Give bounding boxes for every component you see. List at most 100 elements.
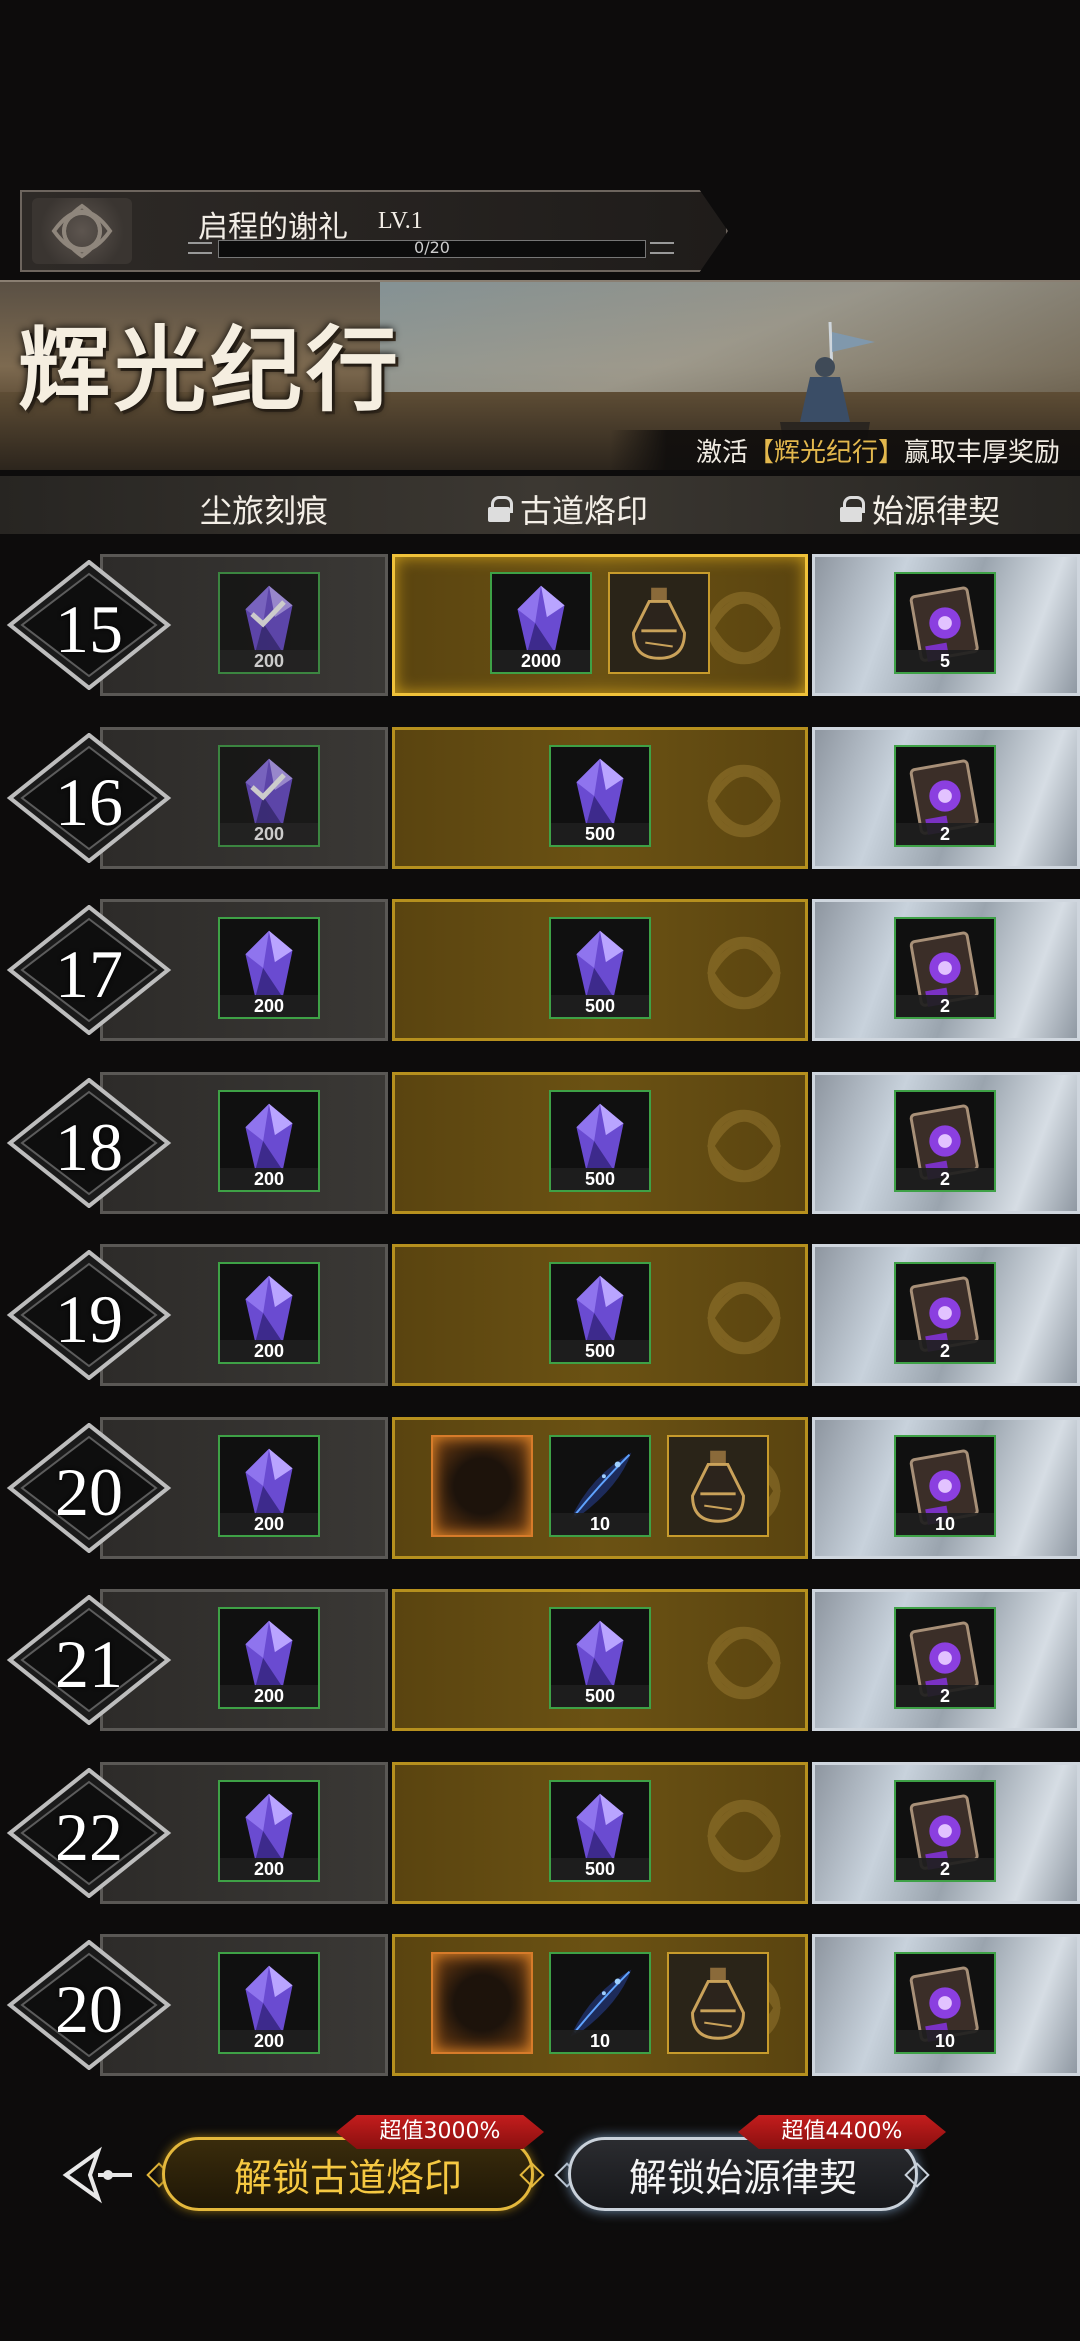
ribbon-suffix: 赢取丰厚奖励 (903, 437, 1060, 468)
free-reward-item[interactable]: 200 (218, 572, 320, 674)
premium-reward-item[interactable] (667, 1434, 769, 1537)
reward-quantity: 500 (551, 995, 649, 1017)
column-elite: 始源律契 (840, 486, 1000, 532)
reward-quantity: 200 (220, 995, 318, 1017)
level-number: 21 (55, 1626, 123, 1702)
checkmark-icon (248, 771, 288, 801)
level-number: 20 (55, 1453, 123, 1530)
unlock-premium-label: 解锁古道烙印 (233, 2155, 462, 2200)
progress-right-ornament (650, 242, 674, 254)
premium-reward-item[interactable]: 2000 (490, 572, 592, 674)
elite-reward-item[interactable]: 2 (894, 1779, 996, 1882)
free-reward-item[interactable]: 200 (218, 1607, 320, 1709)
ribbon-prefix: 激活 (695, 437, 748, 468)
reward-quantity: 2 (896, 1685, 994, 1707)
back-arrow-icon[interactable] (58, 2140, 138, 2210)
reward-quantity: 200 (220, 650, 318, 672)
reward-quantity: 10 (551, 2030, 649, 2052)
premium-reward-item[interactable]: 500 (549, 1262, 651, 1364)
elite-reward-item[interactable]: 10 (894, 1952, 996, 2054)
reward-quantity: 2 (896, 995, 994, 1017)
reward-row: 19 200 500 2 (0, 1242, 1080, 1388)
premium-value-text: 超值3000% (379, 2119, 501, 2144)
checkmark-icon (248, 598, 288, 628)
free-reward-item[interactable]: 200 (218, 744, 320, 847)
ribbon-highlight: 【辉光纪行】 (747, 437, 904, 468)
level-number: 22 (55, 1798, 123, 1875)
level-number: 20 (55, 1971, 123, 2047)
column-free-label: 尘旅刻痕 (200, 492, 329, 530)
elite-reward-item[interactable]: 5 (894, 572, 996, 674)
elite-reward-item[interactable]: 2 (894, 1607, 996, 1709)
level-number: 18 (55, 1108, 123, 1185)
elite-reward-item[interactable]: 2 (894, 1262, 996, 1364)
reward-quantity: 200 (220, 1167, 318, 1190)
elite-reward-item[interactable]: 2 (894, 1089, 996, 1192)
track-column-headers: 尘旅刻痕 古道烙印 始源律契 (0, 476, 1080, 534)
column-elite-label: 始源律契 (872, 492, 1001, 530)
reward-row: 15 200 2000 5 (0, 552, 1080, 698)
reward-quantity: 200 (220, 1857, 318, 1880)
premium-reward-item[interactable]: 500 (549, 917, 651, 1019)
reward-track-header: 启程的谢礼 LV.1 0/20 (20, 190, 728, 272)
elite-reward-item[interactable]: 2 (894, 917, 996, 1019)
reward-quantity: 10 (551, 1512, 649, 1535)
reward-quantity: 2000 (492, 650, 590, 672)
reward-quantity: 200 (220, 1685, 318, 1707)
free-reward-item[interactable]: 200 (218, 1952, 320, 2054)
free-reward-item[interactable]: 200 (218, 1434, 320, 1537)
premium-reward-item[interactable]: 500 (549, 1607, 651, 1709)
event-banner: 辉光纪行 激活 【辉光纪行】 赢取丰厚奖励 (0, 280, 1080, 470)
header-progress-text: 0/20 (414, 238, 450, 257)
header-progress-bar: 0/20 (218, 238, 646, 258)
level-number: 16 (55, 763, 123, 840)
reward-quantity: 2 (896, 1340, 994, 1362)
reward-quantity: 5 (896, 650, 994, 672)
premium-reward-item[interactable]: 500 (549, 1779, 651, 1882)
reward-quantity: 500 (551, 1857, 649, 1880)
reward-quantity: 2 (896, 1167, 994, 1190)
free-reward-item[interactable]: 200 (218, 917, 320, 1019)
banner-sky-art (380, 282, 1080, 402)
premium-reward-item[interactable] (667, 1952, 769, 2054)
level-number: 15 (55, 591, 123, 667)
premium-reward-item[interactable] (608, 572, 710, 674)
premium-reward-item[interactable]: 500 (549, 744, 651, 847)
reward-row: 20 200 10 10 (0, 1415, 1080, 1561)
premium-reward-item[interactable]: 10 (549, 1952, 651, 2054)
premium-reward-item[interactable] (431, 1434, 533, 1537)
premium-reward-item[interactable]: 500 (549, 1089, 651, 1192)
premium-reward-item[interactable] (431, 1952, 533, 2054)
column-premium: 古道烙印 (488, 486, 648, 532)
reward-row: 20 200 10 10 (0, 1932, 1080, 2078)
premium-reward-item[interactable]: 10 (549, 1434, 651, 1537)
elite-reward-item[interactable]: 2 (894, 744, 996, 847)
reward-quantity: 10 (896, 1512, 994, 1535)
reward-row: 18 200 500 2 (0, 1070, 1080, 1216)
lock-icon (488, 496, 513, 522)
header-level: LV.1 (378, 208, 423, 234)
reward-row: 22 200 500 2 (0, 1760, 1080, 1906)
level-number: 19 (55, 1281, 123, 1357)
reward-quantity: 500 (551, 822, 649, 845)
reward-row: 21 200 500 2 (0, 1587, 1080, 1733)
reward-quantity: 200 (220, 1512, 318, 1535)
elite-reward-item[interactable]: 10 (894, 1434, 996, 1537)
free-reward-item[interactable]: 200 (218, 1089, 320, 1192)
premium-value-badge: 超值3000% (336, 2115, 544, 2149)
lock-icon (840, 496, 865, 522)
elite-value-badge: 超值4400% (738, 2115, 946, 2149)
elite-value-text: 超值4400% (781, 2119, 903, 2144)
free-reward-item[interactable]: 200 (218, 1779, 320, 1882)
reward-quantity: 2 (896, 822, 994, 845)
premium-cell (392, 554, 808, 696)
progress-left-ornament (188, 242, 212, 254)
reward-quantity: 500 (551, 1340, 649, 1362)
level-number: 17 (55, 936, 123, 1012)
free-reward-item[interactable]: 200 (218, 1262, 320, 1364)
banner-title: 辉光纪行 (18, 316, 403, 424)
column-free: 尘旅刻痕 (200, 486, 328, 532)
reward-quantity: 200 (220, 1340, 318, 1362)
unlock-elite-label: 解锁始源律契 (628, 2155, 857, 2200)
celtic-knot-emblem-icon (32, 198, 132, 264)
